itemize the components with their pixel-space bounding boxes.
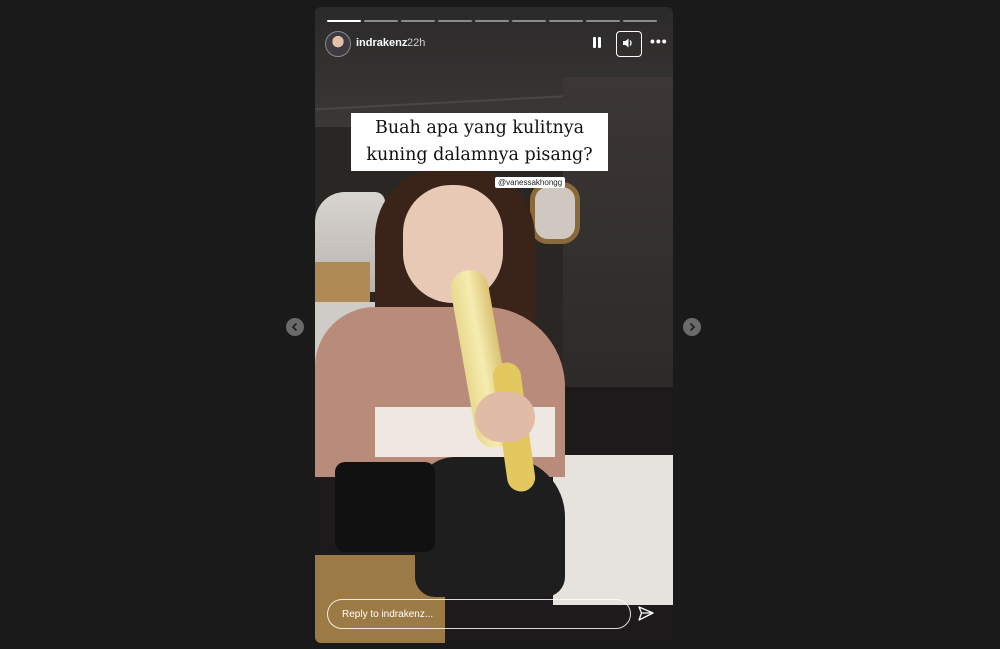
progress-segment [401, 20, 435, 22]
time-ago: 22h [407, 37, 426, 49]
chevron-left-icon [291, 322, 298, 332]
send-icon [638, 606, 654, 621]
story-header: indrakenz 22h ••• [325, 31, 667, 59]
speaker-icon [623, 38, 632, 48]
pause-button[interactable] [589, 35, 605, 51]
username-link[interactable]: indrakenz [356, 37, 407, 49]
caption-line: kuning dalamnya pisang? [366, 145, 593, 165]
progress-segment [475, 20, 509, 22]
progress-segment [586, 20, 620, 22]
sound-toggle-button[interactable] [616, 31, 642, 57]
progress-segment [512, 20, 546, 22]
progress-segment [364, 20, 398, 22]
caption-line: Buah apa yang kulitnya [374, 118, 585, 138]
previous-story-button[interactable] [286, 318, 304, 336]
more-options-button[interactable]: ••• [650, 33, 668, 50]
progress-segment [549, 20, 583, 22]
progress-segment [438, 20, 472, 22]
chevron-right-icon [689, 322, 696, 332]
more-dots-icon: ••• [650, 33, 668, 49]
story-viewer[interactable]: indrakenz 22h ••• Buah apa yang kulitnya… [315, 7, 673, 643]
progress-segment [327, 20, 361, 22]
progress-segment [623, 20, 657, 22]
mention-sticker[interactable]: @vanessakhongg [495, 177, 566, 188]
reply-input[interactable]: Reply to indrakenz... [327, 599, 631, 629]
reply-placeholder: Reply to indrakenz... [342, 609, 434, 620]
send-button[interactable] [637, 605, 657, 625]
story-caption: Buah apa yang kulitnya kuning dalamnya p… [351, 113, 608, 171]
next-story-button[interactable] [683, 318, 701, 336]
story-progress-bar [327, 20, 657, 22]
avatar[interactable] [325, 31, 351, 57]
story-photo [315, 7, 673, 643]
